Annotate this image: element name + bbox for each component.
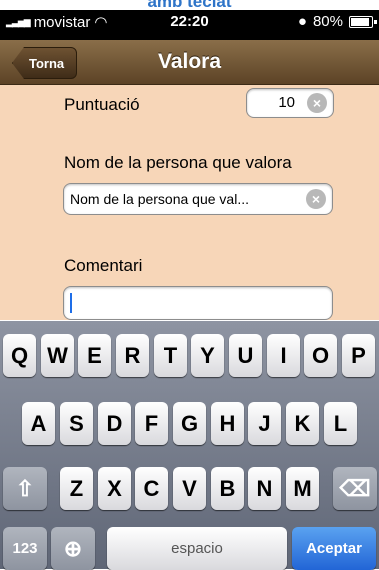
key-f[interactable]: F (135, 402, 168, 445)
key-l[interactable]: L (324, 402, 357, 445)
lock-rotation-icon: ● (297, 13, 307, 30)
key-r[interactable]: R (116, 334, 149, 377)
battery-percent: 80% (312, 13, 343, 30)
backspace-icon: ⌫ (339, 476, 371, 501)
key-o[interactable]: O (304, 334, 337, 377)
key-v[interactable]: V (173, 467, 206, 510)
key-s[interactable]: S (60, 402, 93, 445)
return-key[interactable]: Aceptar (292, 527, 376, 570)
shift-key[interactable]: ⇧ (3, 467, 47, 510)
space-key[interactable]: espacio (107, 527, 287, 570)
key-g[interactable]: G (173, 402, 206, 445)
key-u[interactable]: U (229, 334, 262, 377)
clear-name-icon[interactable]: × (306, 189, 326, 209)
key-d[interactable]: D (98, 402, 131, 445)
key-c[interactable]: C (135, 467, 168, 510)
key-z[interactable]: Z (60, 467, 93, 510)
navigation-bar: Torna Valora (0, 40, 379, 85)
key-j[interactable]: J (248, 402, 281, 445)
globe-key[interactable]: ⊕ (51, 527, 95, 570)
delete-key[interactable]: ⌫ (333, 467, 377, 510)
shift-icon: ⇧ (15, 476, 35, 501)
key-e[interactable]: E (78, 334, 111, 377)
key-p[interactable]: P (342, 334, 375, 377)
score-value: 10 (278, 94, 295, 111)
key-b[interactable]: B (211, 467, 244, 510)
globe-icon: ⊕ (63, 536, 83, 561)
score-label: Puntuació (64, 95, 140, 114)
comment-field[interactable] (63, 286, 333, 320)
clear-score-icon[interactable]: × (307, 93, 327, 113)
battery-icon (349, 15, 377, 28)
key-i[interactable]: I (267, 334, 300, 377)
status-bar: ▂▃▅▆ movistar ◠ 22:20 ● 80% (0, 10, 379, 40)
score-field[interactable]: 10 × (246, 88, 334, 118)
key-x[interactable]: X (98, 467, 131, 510)
comment-label: Comentari (64, 256, 143, 275)
key-h[interactable]: H (211, 402, 244, 445)
name-field-text: Nom de la persona que val... (70, 191, 249, 207)
numbers-key[interactable]: 123 (3, 527, 47, 570)
battery-area: ● 80% (297, 13, 377, 30)
name-label: Nom de la persona que valora (64, 153, 292, 172)
key-m[interactable]: M (286, 467, 319, 510)
key-k[interactable]: K (286, 402, 319, 445)
key-y[interactable]: Y (191, 334, 224, 377)
key-t[interactable]: T (154, 334, 187, 377)
page-title: Valora (157, 50, 222, 73)
key-a[interactable]: A (22, 402, 55, 445)
key-q[interactable]: Q (3, 334, 36, 377)
form-area: Puntuació 10 × Nom de la persona que val… (0, 85, 379, 320)
key-w[interactable]: W (41, 334, 74, 377)
key-n[interactable]: N (248, 467, 281, 510)
name-field[interactable]: Nom de la persona que val... × (63, 183, 333, 215)
text-cursor (70, 293, 72, 313)
keyboard: Q W E R T Y U I O P A S D F G H J K L ⇧ … (0, 321, 379, 570)
